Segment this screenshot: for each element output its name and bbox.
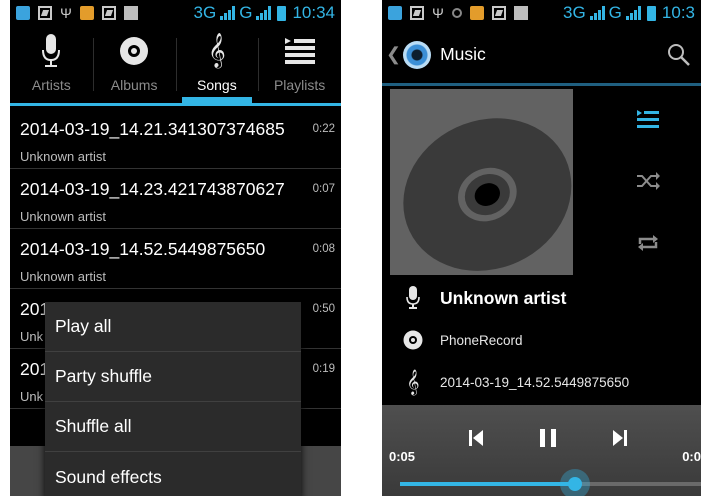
- seek-thumb[interactable]: [559, 469, 590, 496]
- network-g-icon: G: [608, 3, 622, 22]
- tab-label: Playlists: [273, 77, 326, 93]
- song-duration: 0:07: [312, 183, 335, 195]
- tab-label: Artists: [31, 77, 71, 93]
- treble-clef-icon: 𝄞: [208, 34, 226, 67]
- tab-songs[interactable]: 𝄞 Songs: [175, 26, 259, 103]
- status-bar: Ψ 3G G 10:3: [382, 0, 701, 26]
- signal-icon: [589, 6, 605, 20]
- tab-albums[interactable]: Albums: [92, 26, 176, 103]
- list-item[interactable]: 2014-03-19_14.52.5449875650 Unknown arti…: [10, 229, 341, 289]
- notification-icon: [388, 6, 402, 20]
- signal-icon: [220, 6, 236, 20]
- list-item[interactable]: 2014-03-19_14.21.341307374685 Unknown ar…: [10, 109, 341, 169]
- microphone-icon: [41, 31, 61, 71]
- notification-icon: [80, 6, 94, 20]
- tab-label: Albums: [110, 77, 158, 93]
- library-tabs: Artists Albums 𝄞 Songs Playlists: [10, 26, 341, 106]
- context-menu: Play all Party shuffle Shuffle all Sound…: [45, 302, 301, 496]
- next-track-icon[interactable]: [600, 423, 640, 453]
- battery-icon: [646, 5, 656, 21]
- track-artist-row: Unknown artist: [382, 277, 701, 319]
- search-icon[interactable]: [665, 41, 693, 69]
- song-title: 2014-03-19_14.23.421743870627: [20, 179, 285, 199]
- notification-icon: [16, 6, 30, 20]
- battery-icon: [277, 5, 287, 21]
- album-art: [390, 89, 573, 275]
- notification-icon: [410, 6, 424, 20]
- track-artist: Unknown artist: [440, 287, 567, 308]
- song-title: 2014-03-19_14.52.5449875650: [20, 239, 266, 259]
- songs-screen: Ψ 3G G 10:34 Artists Albums �: [10, 0, 341, 496]
- clock: 10:3: [661, 3, 695, 22]
- repeat-icon[interactable]: [628, 223, 668, 263]
- action-bar: ❮ Music: [382, 26, 701, 86]
- status-bar: Ψ 3G G 10:34: [10, 0, 341, 26]
- now-playing-screen: Ψ 3G G 10:3 ❮ Music Unknown artist Phone…: [382, 0, 701, 496]
- track-title: 2014-03-19_14.52.5449875650: [440, 374, 630, 390]
- app-title: Music: [440, 44, 486, 64]
- network-type: 3G: [193, 3, 217, 22]
- song-duration: 0:22: [312, 123, 335, 135]
- track-album: PhoneRecord: [440, 332, 523, 348]
- track-album-row: PhoneRecord: [382, 319, 701, 361]
- player-artwork-area: [382, 89, 701, 275]
- elapsed-time: 0:05: [389, 449, 416, 464]
- menu-item-party-shuffle[interactable]: Party shuffle: [45, 352, 301, 402]
- tab-label: Songs: [197, 77, 237, 93]
- disc-icon: [402, 330, 424, 350]
- usb-icon: Ψ: [60, 5, 72, 21]
- notification-icon: [102, 6, 116, 20]
- menu-item-shuffle-all[interactable]: Shuffle all: [45, 402, 301, 452]
- notification-icon: [492, 6, 506, 20]
- list-item[interactable]: 2014-03-19_14.23.421743870627 Unknown ar…: [10, 169, 341, 229]
- clock: 10:34: [292, 3, 335, 22]
- network-type: 3G: [562, 3, 586, 22]
- playlist-icon: [284, 31, 315, 71]
- queue-list-icon[interactable]: [628, 99, 668, 139]
- notification-icon: [452, 8, 462, 18]
- song-title: 2014-03-19_14.21.341307374685: [20, 119, 285, 139]
- song-duration: 0:50: [312, 303, 335, 315]
- notification-icon: [124, 6, 138, 20]
- treble-clef-icon: 𝄞: [406, 369, 420, 394]
- signal-icon: [625, 6, 641, 20]
- music-app-icon[interactable]: [403, 40, 432, 69]
- seek-progress: [400, 482, 575, 486]
- song-artist: Unknown artist: [20, 269, 106, 284]
- notification-icon: [514, 6, 528, 20]
- previous-track-icon[interactable]: [456, 423, 496, 453]
- menu-item-play-all[interactable]: Play all: [45, 302, 301, 352]
- menu-item-sound-effects[interactable]: Sound effects: [45, 452, 301, 496]
- disc-icon: [119, 31, 149, 71]
- song-duration: 0:08: [312, 243, 335, 255]
- microphone-icon: [402, 286, 424, 310]
- shuffle-icon[interactable]: [628, 161, 668, 201]
- network-g-icon: G: [239, 3, 253, 22]
- total-time: 0:0: [682, 449, 701, 464]
- song-duration: 0:19: [312, 363, 335, 375]
- notification-icon: [470, 6, 484, 20]
- tab-artists[interactable]: Artists: [10, 26, 93, 103]
- song-artist: Unknown artist: [20, 209, 106, 224]
- signal-icon: [256, 6, 272, 20]
- track-title-row: 𝄞 2014-03-19_14.52.5449875650: [382, 361, 701, 403]
- usb-icon: Ψ: [432, 5, 444, 21]
- seek-bar[interactable]: [400, 469, 701, 496]
- song-artist: Unknown artist: [20, 149, 106, 164]
- playback-controls: 0:05 0:0: [382, 405, 701, 496]
- pause-icon[interactable]: [528, 423, 568, 453]
- notification-icon: [38, 6, 52, 20]
- back-chevron-icon[interactable]: ❮: [386, 44, 401, 65]
- tab-playlists[interactable]: Playlists: [258, 26, 341, 103]
